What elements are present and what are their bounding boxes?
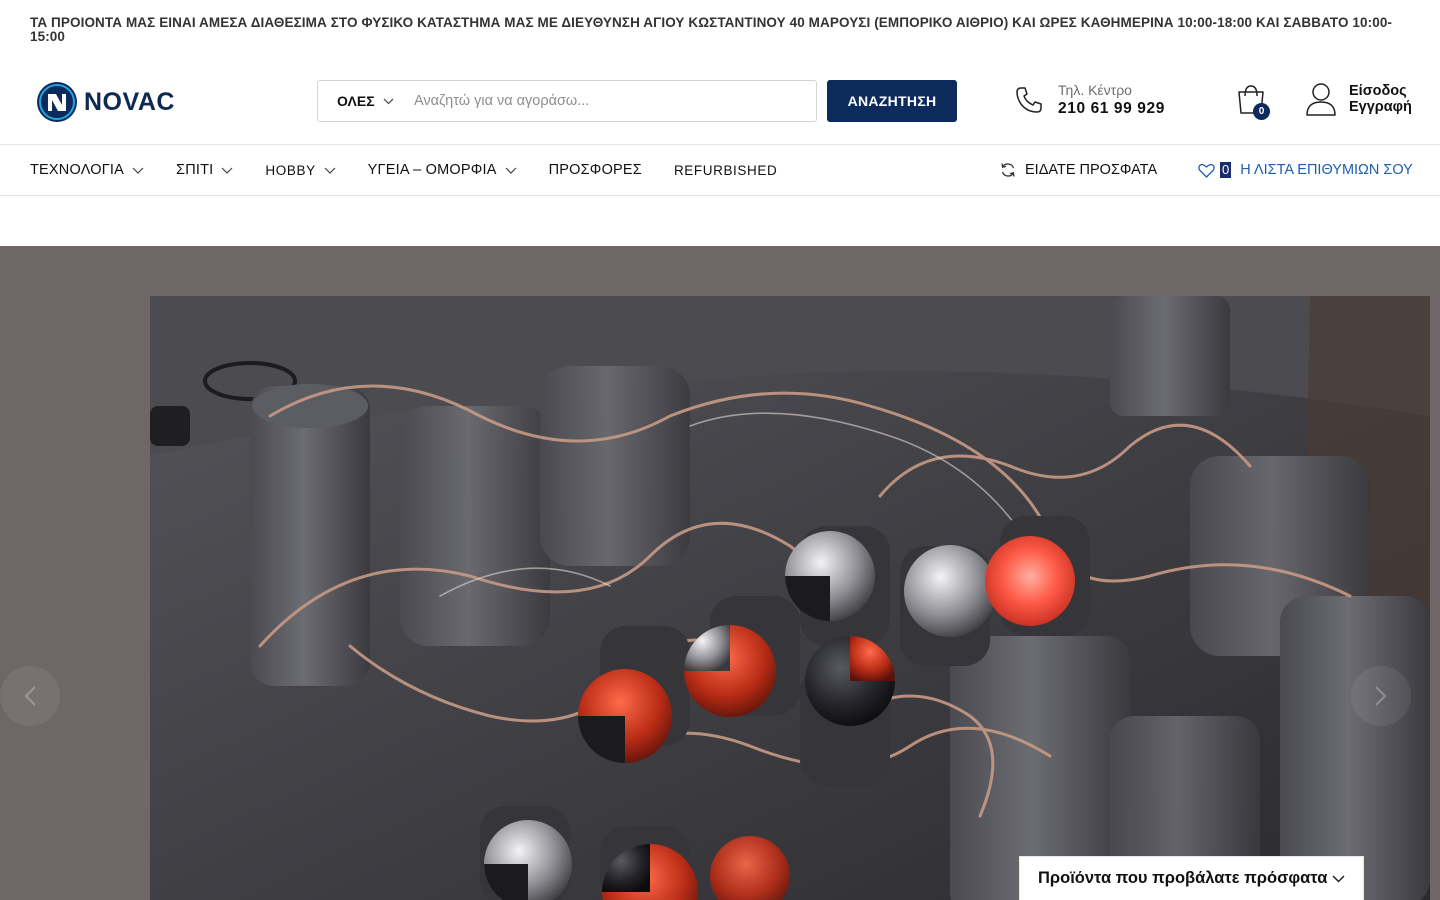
- chevron-down-icon: [324, 167, 336, 174]
- chevron-down-icon: [383, 98, 394, 104]
- nav-item-label: ΥΓΕΙΑ – ΟΜΟΡΦΙΑ: [367, 162, 497, 178]
- divider: [0, 144, 1440, 145]
- contact-number: 210 61 99 929: [1058, 100, 1165, 117]
- search-category-label: ΟΛΕΣ: [337, 93, 375, 109]
- hero-image: [150, 296, 1430, 900]
- divider: [0, 195, 1440, 196]
- nav-item-label: ΠΡΟΣΦΟΡΕΣ: [548, 162, 642, 178]
- heart-icon: [1198, 163, 1215, 178]
- nav-item-home[interactable]: ΣΠΙΤΙ: [176, 160, 233, 180]
- search-button[interactable]: ΑΝΑΖΗΤΗΣΗ: [827, 80, 957, 122]
- login-link[interactable]: Είσοδος: [1349, 83, 1412, 99]
- nav-item-offers[interactable]: ΠΡΟΣΦΟΡΕΣ: [549, 160, 642, 180]
- chevron-down-icon: [505, 167, 517, 174]
- hero-slider: [0, 246, 1440, 900]
- wishlist-count: 0: [1220, 162, 1232, 178]
- recently-viewed-link[interactable]: ΕΙΔΑΤΕ ΠΡΟΣΦΑΤΑ: [1000, 160, 1157, 180]
- announcement-bar: ΤΑ ΠΡΟΙΟΝΤΑ ΜΑΣ ΕΙΝΑΙ ΑΜΕΣΑ ΔΙΑΘΕΣΙΜΑ ΣΤ…: [30, 15, 1393, 44]
- chevron-right-icon: [1375, 686, 1387, 706]
- phone-icon: [1016, 87, 1042, 113]
- contact-phone[interactable]: Τηλ. Κέντρο 210 61 99 929: [1014, 82, 1165, 118]
- wishlist-link[interactable]: 0 Η ΛΙΣΤΑ ΕΠΙΘΥΜΙΩΝ ΣΟΥ: [1198, 160, 1413, 180]
- search-bar: ΟΛΕΣ: [317, 80, 817, 122]
- logo[interactable]: NOVAC: [36, 82, 175, 122]
- chevron-left-icon: [24, 686, 36, 706]
- slider-prev-button[interactable]: [0, 666, 60, 726]
- cart-count-badge: 0: [1253, 103, 1270, 120]
- account-link[interactable]: Είσοδος Εγγραφή: [1305, 82, 1412, 116]
- nav-item-label: ΣΠΙΤΙ: [176, 162, 214, 178]
- nav-item-label: REFURBISHED: [673, 162, 778, 178]
- nav-item-technology[interactable]: ΤΕΧΝΟΛΟΓΙΑ: [30, 160, 144, 180]
- search-input[interactable]: [414, 82, 816, 120]
- wishlist-label: Η ΛΙΣΤΑ ΕΠΙΘΥΜΙΩΝ ΣΟΥ: [1240, 162, 1413, 178]
- contact-label: Τηλ. Κέντρο: [1058, 82, 1132, 98]
- nav-item-health-beauty[interactable]: ΥΓΕΙΑ – ΟΜΟΡΦΙΑ: [368, 160, 517, 180]
- user-icon: [1306, 83, 1336, 116]
- search-category-select[interactable]: ΟΛΕΣ: [318, 93, 414, 109]
- nav-item-refurbished[interactable]: REFURBISHED: [674, 160, 777, 180]
- recently-viewed-panel-title: Προϊόντα που προβάλατε πρόσφατα: [1038, 869, 1328, 887]
- main-nav: ΤΕΧΝΟΛΟΓΙΑ ΣΠΙΤΙ HOBBY ΥΓΕΙΑ – ΟΜΟΡΦΙΑ Π…: [30, 160, 809, 180]
- register-link[interactable]: Εγγραφή: [1349, 99, 1412, 115]
- recently-viewed-panel-toggle[interactable]: Προϊόντα που προβάλατε πρόσφατα: [1019, 856, 1364, 900]
- logo-mark-icon: [37, 82, 77, 122]
- logo-wordmark: NOVAC: [84, 87, 175, 116]
- slider-next-button[interactable]: [1351, 666, 1411, 726]
- chevron-down-icon: [1332, 874, 1345, 883]
- chevron-down-icon: [221, 167, 233, 174]
- cart-button[interactable]: 0: [1234, 82, 1272, 120]
- nav-item-label: HOBBY: [265, 162, 316, 178]
- recently-viewed-label: ΕΙΔΑΤΕ ΠΡΟΣΦΑΤΑ: [1025, 162, 1158, 178]
- nav-item-hobby[interactable]: HOBBY: [265, 160, 336, 180]
- nav-item-label: ΤΕΧΝΟΛΟΓΙΑ: [30, 162, 125, 178]
- refresh-icon: [1001, 163, 1015, 177]
- chevron-down-icon: [132, 167, 144, 174]
